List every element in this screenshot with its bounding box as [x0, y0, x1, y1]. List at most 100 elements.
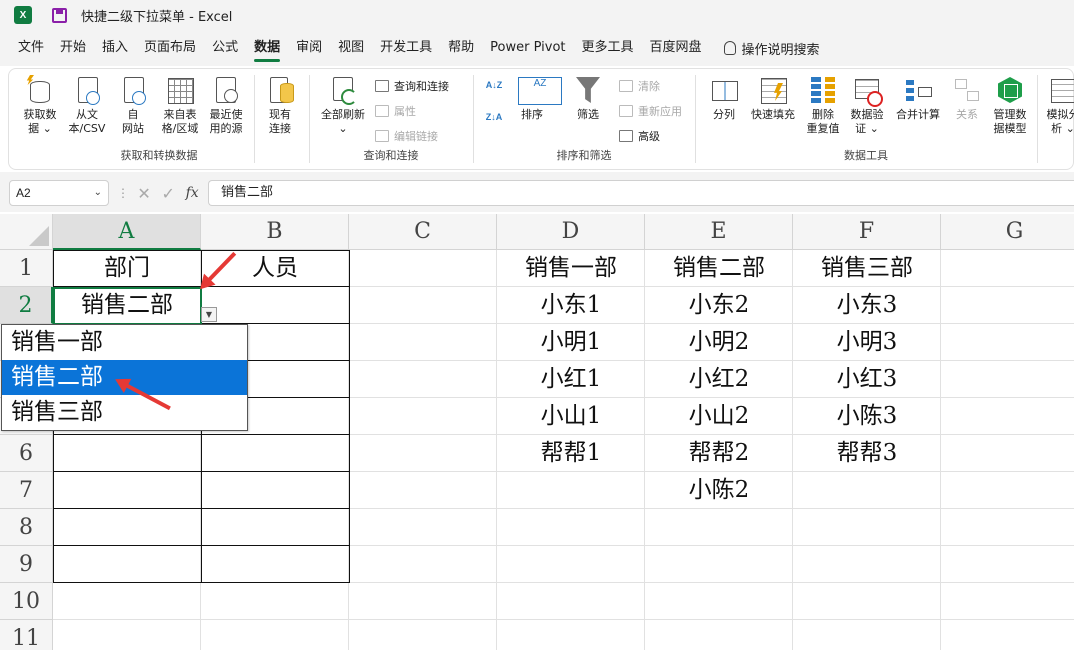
- cell-f4[interactable]: 小红3: [793, 361, 941, 398]
- remove-duplicates-button[interactable]: 删除 重复值: [803, 75, 843, 136]
- tab-data[interactable]: 数据: [246, 30, 288, 66]
- cell-f5[interactable]: 小陈3: [793, 398, 941, 435]
- recent-icon: [212, 75, 240, 105]
- cell-e5[interactable]: 小山2: [645, 398, 793, 435]
- lightbulb-icon[interactable]: [723, 41, 736, 55]
- what-if-icon: [1049, 75, 1074, 105]
- column-header-d[interactable]: D: [497, 214, 645, 250]
- ribbon-tabs: 文件 开始 插入 页面布局 公式 数据 审阅 视图 开发工具 帮助 Power …: [0, 30, 1074, 66]
- dropdown-arrow-icon[interactable]: ▼: [201, 307, 217, 322]
- manage-data-model-button[interactable]: 管理数 据模型: [989, 75, 1031, 136]
- clear-filter-button[interactable]: 清除: [619, 77, 660, 95]
- row-header-1[interactable]: 1: [0, 250, 53, 287]
- table-border: [53, 471, 350, 472]
- sort-az-icon: [518, 75, 562, 105]
- cell-b1[interactable]: 人员: [201, 250, 349, 287]
- row-header-6[interactable]: 6: [0, 435, 53, 472]
- row-header-2[interactable]: 2: [0, 287, 53, 324]
- from-web-button[interactable]: 自 网站: [113, 75, 153, 136]
- cell-f3[interactable]: 小明3: [793, 324, 941, 361]
- cell-d2[interactable]: 小东1: [497, 287, 645, 324]
- sort-ascending-button[interactable]: A↓Z: [485, 81, 503, 101]
- cell-e4[interactable]: 小红2: [645, 361, 793, 398]
- cell-e2[interactable]: 小东2: [645, 287, 793, 324]
- insert-function-icon[interactable]: fx: [186, 185, 199, 201]
- cell-d4[interactable]: 小红1: [497, 361, 645, 398]
- reapply-button[interactable]: 重新应用: [619, 102, 682, 120]
- cell-f1[interactable]: 销售三部: [793, 250, 941, 287]
- cell-d1[interactable]: 销售一部: [497, 250, 645, 287]
- worksheet-grid[interactable]: ABCDEFG1234567891011部门人员销售二部销售一部小东1小明1小红…: [0, 214, 1074, 650]
- cell-a1[interactable]: 部门: [53, 250, 201, 287]
- row-header-10[interactable]: 10: [0, 583, 53, 620]
- select-all-corner[interactable]: [0, 214, 53, 250]
- get-data-button[interactable]: 获取数 据 ⌄: [19, 75, 61, 136]
- what-if-analysis-button[interactable]: 模拟分 析 ⌄: [1043, 75, 1074, 136]
- name-box[interactable]: A2 ⌄: [9, 180, 109, 206]
- cell-e6[interactable]: 帮帮2: [645, 435, 793, 472]
- column-header-a[interactable]: A: [53, 214, 201, 250]
- cell-d5[interactable]: 小山1: [497, 398, 645, 435]
- tab-formulas[interactable]: 公式: [204, 30, 246, 66]
- row-header-8[interactable]: 8: [0, 509, 53, 546]
- save-icon[interactable]: [52, 7, 67, 23]
- column-header-b[interactable]: B: [201, 214, 349, 250]
- dropdown-option[interactable]: 销售一部: [2, 325, 247, 360]
- formula-input[interactable]: 销售二部: [208, 180, 1074, 206]
- flash-fill-icon: [759, 75, 787, 105]
- tab-developer[interactable]: 开发工具: [372, 30, 440, 66]
- recent-sources-button[interactable]: 最近使 用的源: [205, 75, 247, 136]
- flash-fill-button[interactable]: 快速填充: [747, 75, 799, 122]
- cell-f2[interactable]: 小东3: [793, 287, 941, 324]
- from-table-range-button[interactable]: 来自表 格/区域: [157, 75, 203, 136]
- excel-logo-icon[interactable]: X: [14, 6, 32, 24]
- relationships-button[interactable]: 关系: [951, 75, 983, 122]
- chevron-down-icon[interactable]: ⌄: [94, 181, 102, 205]
- tab-help[interactable]: 帮助: [440, 30, 482, 66]
- tell-me-search[interactable]: 操作说明搜索: [742, 39, 820, 58]
- column-header-e[interactable]: E: [645, 214, 793, 250]
- text-to-columns-button[interactable]: 分列: [705, 75, 743, 122]
- edit-links-button[interactable]: 编辑链接: [375, 127, 438, 145]
- cell-e7[interactable]: 小陈2: [645, 472, 793, 509]
- cell-e3[interactable]: 小明2: [645, 324, 793, 361]
- tab-insert[interactable]: 插入: [94, 30, 136, 66]
- row-gridline: [53, 619, 1074, 620]
- tab-page-layout[interactable]: 页面布局: [136, 30, 204, 66]
- existing-connections-button[interactable]: 现有 连接: [261, 75, 299, 136]
- cell-d6[interactable]: 帮帮1: [497, 435, 645, 472]
- cancel-icon[interactable]: ✕: [137, 184, 150, 203]
- data-validation-button[interactable]: 数据验 证 ⌄: [847, 75, 887, 136]
- sort-button[interactable]: 排序: [513, 75, 562, 122]
- dropdown-option[interactable]: 销售三部: [2, 395, 247, 430]
- tab-power-pivot[interactable]: Power Pivot: [482, 30, 573, 66]
- column-header-f[interactable]: F: [793, 214, 941, 250]
- tab-home[interactable]: 开始: [52, 30, 94, 66]
- clear-icon: [619, 80, 633, 92]
- row-header-7[interactable]: 7: [0, 472, 53, 509]
- table-border: [53, 545, 350, 546]
- advanced-filter-button[interactable]: 高级: [619, 127, 660, 145]
- cell-d3[interactable]: 小明1: [497, 324, 645, 361]
- tab-review[interactable]: 审阅: [288, 30, 330, 66]
- check-icon[interactable]: ✓: [161, 184, 174, 203]
- sort-descending-button[interactable]: Z↓A: [485, 113, 503, 133]
- column-header-g[interactable]: G: [941, 214, 1074, 250]
- column-header-c[interactable]: C: [349, 214, 497, 250]
- properties-button[interactable]: 属性: [375, 102, 416, 120]
- remove-duplicates-icon: [809, 75, 837, 105]
- consolidate-button[interactable]: 合并计算: [891, 75, 945, 122]
- cell-f6[interactable]: 帮帮3: [793, 435, 941, 472]
- tab-file[interactable]: 文件: [10, 30, 52, 66]
- cell-e1[interactable]: 销售二部: [645, 250, 793, 287]
- row-header-11[interactable]: 11: [0, 620, 53, 650]
- row-header-9[interactable]: 9: [0, 546, 53, 583]
- queries-connections-button[interactable]: 查询和连接: [375, 77, 449, 95]
- tab-view[interactable]: 视图: [330, 30, 372, 66]
- tab-more-tools[interactable]: 更多工具: [574, 30, 642, 66]
- filter-button[interactable]: 筛选: [569, 75, 607, 122]
- refresh-icon: [329, 75, 357, 105]
- tab-baidu-netdisk[interactable]: 百度网盘: [642, 30, 710, 66]
- refresh-all-button[interactable]: 全部刷新 ⌄: [317, 75, 369, 136]
- from-text-csv-button[interactable]: 从文 本/CSV: [65, 75, 109, 136]
